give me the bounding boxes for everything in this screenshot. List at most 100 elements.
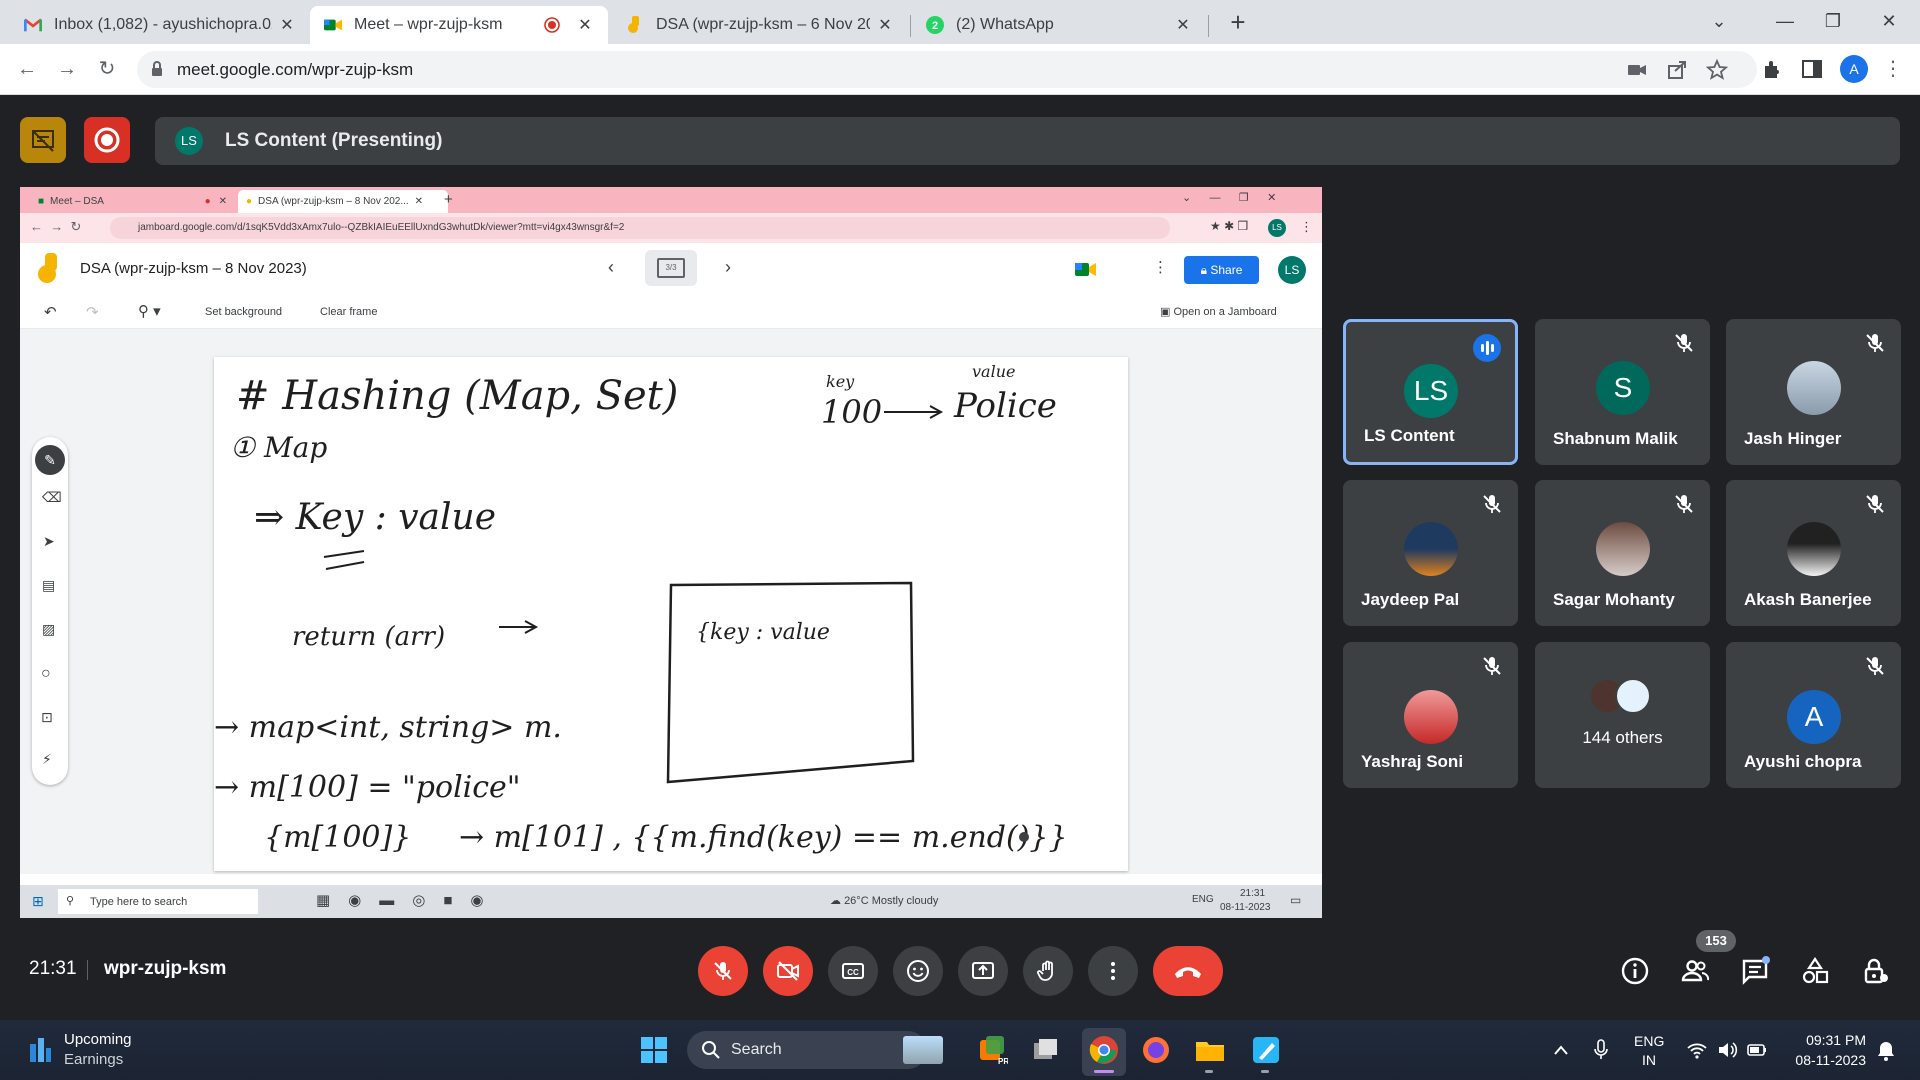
shared-tab-meet: ■ Meet – DSA ● ✕ xyxy=(30,190,235,213)
reload-button[interactable]: ↻ xyxy=(92,54,122,84)
file-explorer-icon[interactable] xyxy=(1194,1034,1226,1066)
back-button[interactable]: ← xyxy=(12,54,42,84)
tab-meet[interactable]: Meet – wpr-zujp-ksm ✕ xyxy=(310,6,608,44)
participant-tile[interactable]: Yashraj Soni xyxy=(1343,642,1518,788)
paint-app-icon[interactable] xyxy=(1250,1034,1282,1066)
raise-hand-button[interactable] xyxy=(1023,946,1073,996)
hide-presentation-button[interactable] xyxy=(20,117,66,163)
camera-off-icon xyxy=(777,961,799,981)
tab-jamboard[interactable]: DSA (wpr-zujp-ksm – 6 Nov 202 ✕ xyxy=(612,6,908,44)
address-bar[interactable]: meet.google.com/wpr-zujp-ksm xyxy=(137,51,1757,88)
extensions-puzzle-icon[interactable] xyxy=(1760,57,1784,81)
participant-tile[interactable]: Sagar Mohanty xyxy=(1535,480,1710,626)
participant-tile[interactable]: A Ayushi chopra xyxy=(1726,642,1901,788)
participant-name: Sagar Mohanty xyxy=(1553,590,1675,609)
side-panel-icon[interactable] xyxy=(1800,57,1824,81)
stocks-widget-icon[interactable] xyxy=(28,1034,52,1064)
volume-icon[interactable] xyxy=(1716,1040,1738,1060)
mic-off-icon xyxy=(1866,495,1884,513)
windows-search-box[interactable]: Search xyxy=(687,1031,927,1069)
share-page-icon[interactable] xyxy=(1665,58,1689,82)
mic-toggle-button[interactable] xyxy=(698,946,748,996)
show-hidden-icons-icon[interactable] xyxy=(1552,1042,1570,1058)
next-frame-icon: › xyxy=(725,257,731,277)
battery-icon[interactable] xyxy=(1746,1040,1768,1060)
tab-whatsapp[interactable]: 2 (2) WhatsApp ✕ xyxy=(912,6,1206,44)
bookmark-star-icon[interactable] xyxy=(1705,58,1729,82)
forward-button[interactable]: → xyxy=(52,54,82,84)
language-indicator[interactable]: ENG xyxy=(1634,1033,1664,1049)
microphone-icon[interactable] xyxy=(1592,1038,1610,1062)
wb-find: → m[101] , {{m.find(key) == m.end()}} xyxy=(459,820,1068,855)
participant-tile[interactable]: LS LS Content xyxy=(1343,319,1518,465)
presenting-label: LS Content (Presenting) xyxy=(225,130,443,151)
shared-search-placeholder: Type here to search xyxy=(90,896,188,908)
whatsapp-badge: 2 xyxy=(932,20,938,32)
wb-underline xyxy=(323,550,365,570)
browser-toolbar: ← → ↻ meet.google.com/wpr-zujp-ksm A ⋮ xyxy=(0,44,1920,95)
mic-off-icon xyxy=(1483,495,1501,513)
widget-title[interactable]: Upcoming xyxy=(64,1031,132,1048)
close-window-button[interactable]: ✕ xyxy=(1866,6,1912,36)
wb-access: {m[100]} xyxy=(264,820,411,855)
new-tab-icon: + xyxy=(444,191,453,208)
restore-button[interactable]: ❐ xyxy=(1810,6,1856,36)
leave-call-button[interactable] xyxy=(1153,946,1223,996)
tab-gmail[interactable]: Inbox (1,082) - ayushichopra.02( ✕ xyxy=(10,6,310,44)
firefox-icon[interactable] xyxy=(1140,1034,1172,1066)
url-text: meet.google.com/wpr-zujp-ksm xyxy=(177,60,414,79)
new-tab-button[interactable]: + xyxy=(1222,6,1254,38)
office-app-icon[interactable]: PRE xyxy=(976,1034,1008,1066)
recording-button[interactable] xyxy=(84,117,130,163)
zoom-icon: ⚲ ▾ xyxy=(138,303,161,320)
clear-frame-button: Clear frame xyxy=(320,306,378,318)
shared-lang: ENG xyxy=(1192,894,1214,905)
windows-start-icon: ⊞ xyxy=(32,893,44,909)
close-tab-icon[interactable]: ✕ xyxy=(278,15,296,35)
close-tab-icon[interactable]: ✕ xyxy=(576,15,594,35)
shared-tab-title: Meet – DSA xyxy=(50,196,104,207)
chrome-icon[interactable] xyxy=(1088,1034,1120,1066)
participant-tile[interactable]: S Shabnum Malik xyxy=(1535,319,1710,465)
participant-tile[interactable]: Jaydeep Pal xyxy=(1343,480,1518,626)
present-screen-button[interactable] xyxy=(958,946,1008,996)
chat-icon[interactable] xyxy=(1740,956,1770,986)
participant-name: Shabnum Malik xyxy=(1553,429,1678,448)
tab-search-chevron-icon[interactable]: ⌄ xyxy=(1696,6,1742,36)
open-on-jamboard-button: ▣ Open on a Jamboard xyxy=(1160,306,1277,318)
close-tab-icon[interactable]: ✕ xyxy=(876,15,894,35)
hand-icon xyxy=(1037,960,1053,981)
more-vert-icon xyxy=(1111,962,1115,980)
shared-tab-title: DSA (wpr-zujp-ksm – 8 Nov 202... xyxy=(258,196,409,207)
browser-menu-icon[interactable]: ⋮ xyxy=(1878,54,1908,84)
participant-photo xyxy=(1787,522,1841,576)
more-options-button[interactable] xyxy=(1088,946,1138,996)
wifi-icon[interactable] xyxy=(1686,1040,1708,1060)
others-tile[interactable]: 144 others xyxy=(1535,642,1710,788)
shared-extension-icons: ★ ✱ ❒ xyxy=(1210,219,1249,233)
people-icon[interactable] xyxy=(1680,956,1710,986)
jamboard-toolbar: ↶ ↷ ⚲ ▾ Set background Clear frame ▣ Ope… xyxy=(20,297,1322,329)
mic-off-icon xyxy=(1866,334,1884,352)
participant-tile[interactable]: Jash Hinger xyxy=(1726,319,1901,465)
activities-icon[interactable] xyxy=(1800,956,1830,986)
profile-avatar[interactable]: A xyxy=(1840,55,1868,83)
shared-time: 21:31 xyxy=(1240,888,1266,899)
captions-button[interactable]: CC xyxy=(828,946,878,996)
windows-start-icon[interactable] xyxy=(638,1034,670,1066)
share-label: Share xyxy=(1210,263,1243,277)
host-controls-icon[interactable] xyxy=(1860,956,1890,986)
presenting-banner: LS LS Content (Presenting) xyxy=(155,117,1900,165)
notification-bell-icon[interactable] xyxy=(1876,1040,1896,1062)
share-button: 🔒︎ Share xyxy=(1184,256,1259,284)
camera-toggle-button[interactable] xyxy=(763,946,813,996)
system-time[interactable]: 09:31 PM xyxy=(1802,1032,1866,1048)
meeting-info-icon[interactable] xyxy=(1620,956,1650,986)
reactions-button[interactable] xyxy=(893,946,943,996)
minimize-button[interactable]: — xyxy=(1762,6,1808,36)
camera-blocked-icon[interactable] xyxy=(1625,58,1649,82)
participant-tile[interactable]: Akash Banerjee xyxy=(1726,480,1901,626)
close-tab-icon[interactable]: ✕ xyxy=(1174,15,1192,35)
task-view-icon[interactable] xyxy=(1030,1034,1062,1066)
browser-tab-strip: Inbox (1,082) - ayushichopra.02( ✕ Meet … xyxy=(0,0,1920,44)
